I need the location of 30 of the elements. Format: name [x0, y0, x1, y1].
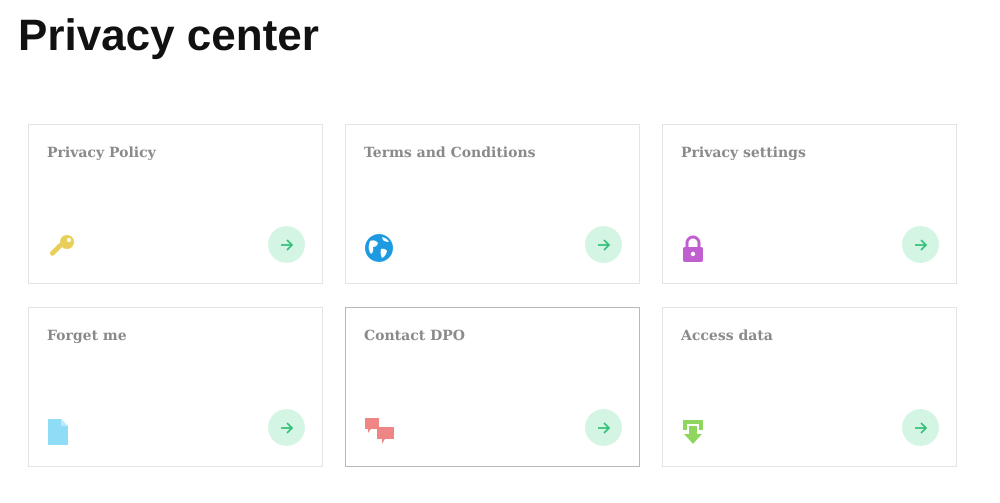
privacy-card[interactable]: Forget me — [28, 307, 323, 467]
arrow-right-icon — [914, 422, 928, 434]
card-title: Contact DPO — [364, 328, 466, 344]
arrow-button[interactable] — [268, 409, 305, 446]
card-title: Access data — [681, 328, 774, 344]
card-title: Privacy Policy — [47, 145, 158, 161]
arrow-right-icon — [280, 238, 294, 250]
arrow-right-icon — [596, 238, 610, 250]
card-title: Privacy settings — [681, 145, 807, 161]
arrow-right-icon — [914, 238, 928, 250]
document-icon — [47, 418, 69, 446]
card-title: Terms and Conditions — [364, 145, 537, 161]
card-title: Forget me — [47, 328, 128, 344]
globe-icon — [364, 233, 394, 263]
arrow-button[interactable] — [902, 409, 939, 446]
arrow-right-icon — [596, 422, 610, 434]
arrow-button[interactable] — [585, 409, 622, 446]
page-title: Privacy center — [18, 10, 320, 62]
privacy-card[interactable]: Privacy settings — [662, 124, 957, 284]
privacy-card[interactable]: Contact DPO — [345, 307, 640, 467]
arrow-button[interactable] — [268, 226, 305, 263]
lock-icon — [681, 235, 705, 263]
arrow-button[interactable] — [902, 226, 939, 263]
privacy-card[interactable]: Access data — [662, 307, 957, 467]
privacy-card[interactable]: Privacy Policy — [28, 124, 323, 284]
chat-icon — [364, 416, 396, 446]
privacy-card[interactable]: Terms and Conditions — [345, 124, 640, 284]
download-icon — [681, 418, 705, 446]
arrow-button[interactable] — [585, 226, 622, 263]
arrow-right-icon — [280, 422, 294, 434]
